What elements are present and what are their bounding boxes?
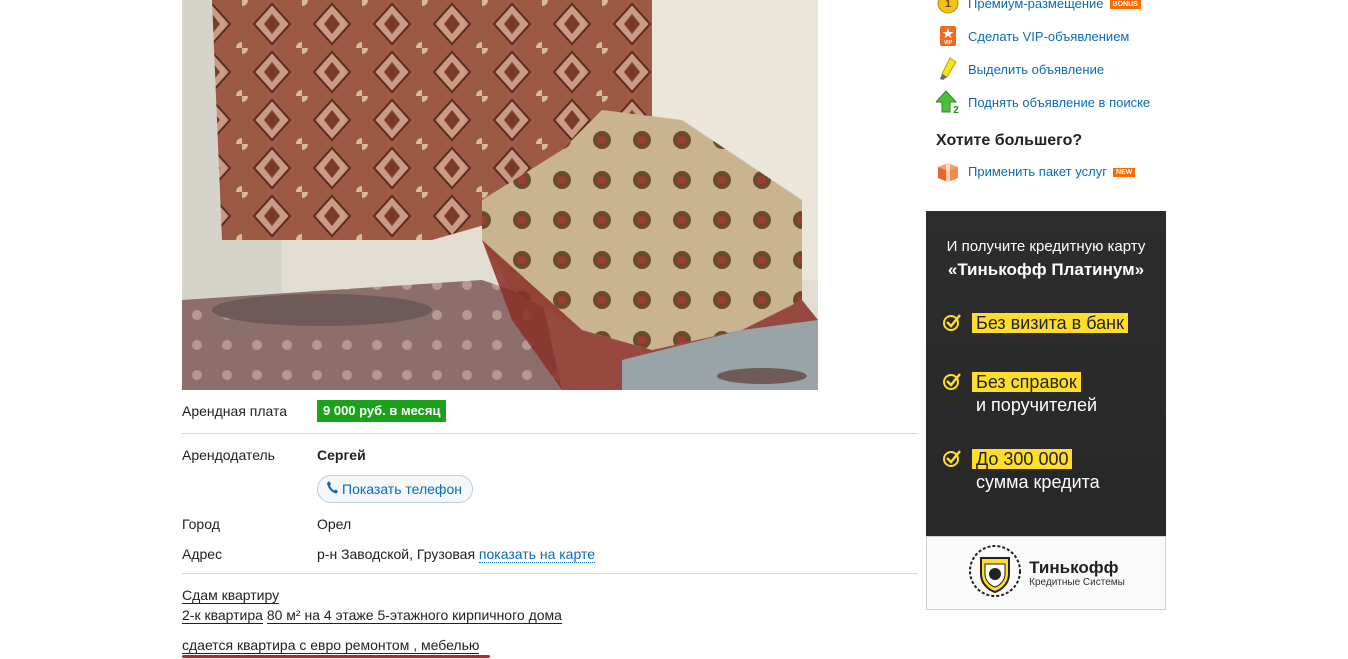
address-label: Адрес bbox=[182, 546, 223, 562]
landlord-name: Сергей bbox=[317, 447, 366, 463]
phone-icon bbox=[326, 480, 338, 499]
ad-benefit-1-text: Без визита в банк bbox=[972, 313, 1128, 333]
landlord-label: Арендодатель bbox=[182, 447, 275, 463]
divider bbox=[182, 433, 918, 434]
ad-benefit-3: До 300 000 сумма кредита bbox=[942, 448, 1100, 494]
service-raise-link[interactable]: Поднять объявление в поиске bbox=[968, 95, 1150, 110]
show-phone-button[interactable]: Показать телефон bbox=[317, 475, 473, 503]
address-value: р-н Заводской, Грузовая bbox=[317, 546, 476, 562]
ad-heading-line2: «Тинькофф Платинум» bbox=[947, 260, 1145, 279]
ad-benefit-2-highlight: Без справок bbox=[972, 372, 1081, 392]
listing-type-link[interactable]: Сдам квартиру bbox=[182, 587, 280, 604]
premium-coin-icon: 1 bbox=[936, 0, 960, 15]
ad-heading: И получите кредитную карту «Тинькофф Пла… bbox=[926, 235, 1166, 282]
listing-params: 2-к квартира 80 м² на 4 этаже 5-этажного… bbox=[182, 607, 562, 624]
ad-benefit-3-rest: сумма кредита bbox=[976, 472, 1100, 492]
service-premium[interactable]: 1 Премиум-размещение BONUS bbox=[936, 0, 1141, 15]
service-highlight[interactable]: Выделить объявление bbox=[936, 57, 1104, 81]
address-line: р-н Заводской, Грузовая показать на карт… bbox=[317, 546, 595, 563]
more-heading: Хотите большего? bbox=[936, 132, 1083, 149]
ad-benefit-3-highlight: До 300 000 bbox=[972, 449, 1073, 469]
raise-up-icon: 2 bbox=[936, 90, 960, 114]
svg-text:VIP: VIP bbox=[944, 40, 953, 46]
city-value: Орел bbox=[317, 516, 352, 532]
service-vip[interactable]: VIP Сделать VIP-объявлением bbox=[936, 24, 1129, 48]
listing-photo[interactable] bbox=[182, 0, 818, 390]
brand-name: Тинькофф bbox=[1029, 557, 1119, 577]
rooms-link[interactable]: 2-к квартира bbox=[182, 607, 263, 624]
check-icon bbox=[942, 312, 962, 332]
ad-benefit-1: Без визита в банк bbox=[942, 312, 1128, 335]
red-underline bbox=[182, 655, 490, 658]
price-label: Арендная плата bbox=[182, 403, 288, 419]
service-highlight-link[interactable]: Выделить объявление bbox=[968, 62, 1104, 77]
check-icon bbox=[942, 448, 962, 468]
service-package-link[interactable]: Применить пакет услуг NEW bbox=[968, 164, 1136, 179]
highlighter-icon bbox=[936, 57, 960, 81]
ad-heading-line1: И получите кредитную карту bbox=[946, 238, 1146, 255]
room-photo-image bbox=[182, 0, 818, 390]
vip-icon: VIP bbox=[936, 24, 960, 48]
show-phone-label: Показать телефон bbox=[342, 481, 462, 497]
package-box-icon bbox=[936, 159, 960, 183]
brand-subtitle: Кредитные Системы bbox=[1029, 576, 1125, 588]
ad-benefit-2: Без справок и поручителей bbox=[942, 371, 1097, 417]
svg-text:2: 2 bbox=[953, 105, 959, 114]
show-on-map-link[interactable]: показать на карте bbox=[478, 546, 595, 563]
ad-benefit-2-rest: и поручителей bbox=[976, 395, 1098, 415]
check-icon bbox=[942, 371, 962, 391]
listing-details: 80 м² на 4 этаже 5-этажного кирпичного д… bbox=[266, 607, 562, 624]
bonus-badge: BONUS bbox=[1109, 0, 1141, 9]
new-badge: NEW bbox=[1112, 167, 1136, 177]
city-label: Город bbox=[182, 516, 220, 532]
listing-type: Сдам квартиру bbox=[182, 587, 280, 604]
ad-brand-footer: Тинькофф Кредитные Системы bbox=[926, 536, 1166, 610]
listing-description: сдается квартира с евро ремонтом , мебел… bbox=[182, 637, 480, 654]
service-raise[interactable]: 2 Поднять объявление в поиске bbox=[936, 90, 1150, 114]
service-vip-link[interactable]: Сделать VIP-объявлением bbox=[968, 29, 1129, 44]
divider bbox=[182, 573, 918, 574]
tinkoff-emblem-icon bbox=[967, 544, 1023, 603]
description-text: сдается квартира с евро ремонтом , мебел… bbox=[182, 637, 480, 654]
tinkoff-ad-banner[interactable]: И получите кредитную карту «Тинькофф Пла… bbox=[926, 211, 1166, 610]
service-premium-link[interactable]: Премиум-размещение BONUS bbox=[968, 0, 1141, 11]
svg-text:1: 1 bbox=[945, 0, 951, 10]
service-package[interactable]: Применить пакет услуг NEW bbox=[936, 159, 1136, 183]
price-badge: 9 000 руб. в месяц bbox=[317, 400, 447, 422]
